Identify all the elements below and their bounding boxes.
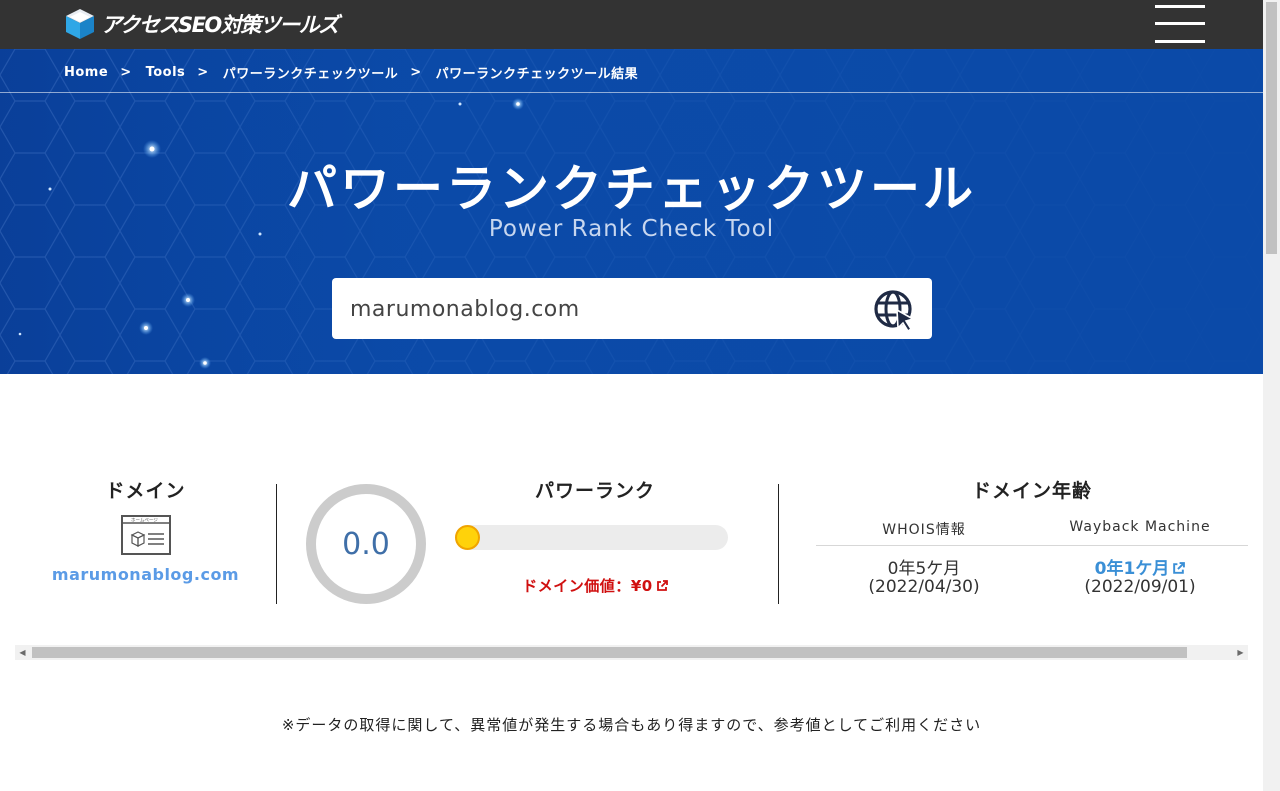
domain-age-heading: ドメイン年齢 — [971, 480, 1092, 502]
power-rank-gauge: 0.0 — [306, 484, 426, 604]
hero-section: Home > Tools > パワーランクチェックツール > パワーランクチェッ… — [0, 49, 1263, 374]
domain-link[interactable]: marumonablog.com — [15, 565, 276, 584]
search-box — [332, 278, 932, 339]
whois-value: 0年5ケ月 (2022/04/30) — [816, 560, 1032, 596]
breadcrumb-power-rank-tool[interactable]: パワーランクチェックツール — [223, 63, 399, 82]
scroll-left-arrow-icon[interactable]: ◀ — [15, 645, 30, 660]
page-title: パワーランクチェックツール — [287, 160, 976, 218]
domain-search-input[interactable] — [350, 290, 850, 328]
globe-cursor-icon[interactable] — [872, 288, 916, 332]
site-logo[interactable]: アクセスSEO対策ツールズ — [63, 6, 339, 42]
hero-divider — [0, 92, 1263, 93]
page-scrollbar-thumb[interactable] — [1266, 2, 1277, 254]
wayback-label: Wayback Machine — [1069, 519, 1211, 535]
results-horizontal-scrollbar[interactable]: ◀ ▶ — [15, 645, 1248, 660]
power-rank-bar — [455, 525, 728, 550]
domain-age-divider — [816, 545, 1248, 546]
breadcrumb-separator: > — [120, 65, 132, 80]
wayback-date: (2022/09/01) — [1084, 577, 1196, 597]
domain-value[interactable]: ドメイン価値：¥0 — [445, 575, 745, 596]
breadcrumb-separator: > — [197, 65, 209, 80]
page-vertical-scrollbar[interactable] — [1263, 0, 1280, 791]
whois-age: 0年5ケ月 — [887, 559, 961, 579]
data-notice: ※データの取得に関して、異常値が発生する場合もあり得ますので、参考値としてご利用… — [281, 716, 982, 734]
logo-text: アクセスSEO対策ツールズ — [101, 13, 339, 37]
page-subtitle: Power Rank Check Tool — [488, 216, 775, 242]
domain-heading: ドメイン — [105, 480, 186, 502]
domain-column: ドメイン ホームページ marumonablog.com — [15, 476, 276, 584]
whois-label: WHOIS情報 — [882, 522, 966, 538]
cube-logo-icon — [66, 9, 94, 39]
column-divider — [778, 484, 779, 604]
external-link-icon[interactable] — [656, 580, 668, 592]
result-panel: ドメイン ホームページ marumonablog.com 0.0 パワーランク … — [15, 476, 1248, 646]
power-rank-heading: パワーランク — [534, 480, 655, 502]
whois-date: (2022/04/30) — [868, 577, 980, 597]
domain-value-amount: ¥0 — [630, 577, 653, 595]
domain-age-column: ドメイン年齢 WHOIS情報 Wayback Machine 0年5ケ月 (20… — [816, 476, 1248, 596]
homepage-icon: ホームページ — [120, 515, 171, 555]
column-divider — [276, 484, 277, 604]
breadcrumb-current: パワーランクチェックツール結果 — [435, 67, 639, 82]
breadcrumb-separator: > — [410, 65, 422, 80]
hamburger-icon[interactable] — [1155, 5, 1205, 43]
top-navbar: アクセスSEO対策ツールズ — [0, 0, 1263, 49]
breadcrumb-tools[interactable]: Tools — [146, 65, 186, 80]
homepage-icon-label: ホームページ — [131, 518, 158, 524]
domain-value-label: ドメイン価値： — [522, 577, 631, 595]
power-rank-column: パワーランク ドメイン価値：¥0 — [445, 476, 745, 595]
external-link-icon — [1173, 562, 1186, 574]
power-rank-knob — [455, 525, 480, 550]
breadcrumb: Home > Tools > パワーランクチェックツール > パワーランクチェッ… — [64, 63, 638, 82]
wayback-age-link[interactable]: 0年1ケ月 — [1095, 559, 1186, 579]
wayback-value: 0年1ケ月 (2022/09/01) — [1032, 560, 1248, 596]
scroll-right-arrow-icon[interactable]: ▶ — [1233, 645, 1248, 660]
scrollbar-thumb[interactable] — [32, 647, 1187, 658]
power-rank-score: 0.0 — [342, 526, 390, 562]
breadcrumb-home[interactable]: Home — [64, 65, 108, 80]
wayback-age: 0年1ケ月 — [1094, 559, 1170, 579]
